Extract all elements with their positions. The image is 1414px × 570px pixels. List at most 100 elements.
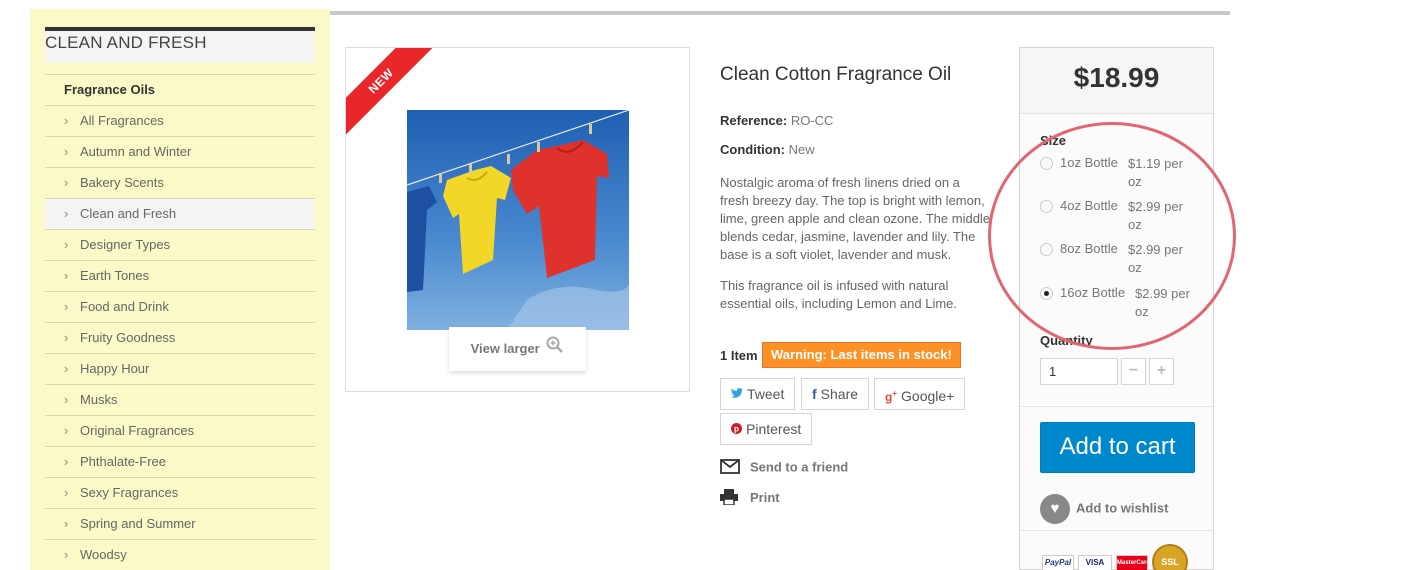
sidebar-item-designer-types[interactable]: › Designer Types [45, 229, 315, 260]
google-plus-icon: g+ [885, 389, 898, 404]
sidebar-item-spring-and-summer[interactable]: › Spring and Summer [45, 508, 315, 539]
google-plus-button[interactable]: g+ Google+ [874, 378, 966, 410]
size-option-price: $1.19 per oz [1128, 155, 1190, 191]
sidebar-item-happy-hour[interactable]: › Happy Hour [45, 353, 315, 384]
sidebar-item-label: Spring and Summer [80, 516, 196, 531]
price-per-unit: oz [1128, 217, 1142, 232]
chevron-right-icon: › [64, 206, 69, 221]
quantity-input[interactable]: 1 [1040, 358, 1118, 385]
send-to-friend-label: Send to a friend [750, 459, 849, 475]
google-plus-label: Google+ [901, 388, 955, 404]
size-radio-selected[interactable] [1040, 287, 1053, 300]
chevron-right-icon: › [64, 175, 69, 190]
sidebar-item-label: Original Fragrances [80, 423, 195, 438]
infusion-line: This fragrance oil is infused with natur… [720, 278, 949, 293]
category-list: Fragrance Oils › All Fragrances › Autumn a… [45, 74, 315, 570]
zoom-in-icon [546, 328, 564, 372]
price-per-unit: oz [1128, 260, 1142, 275]
chevron-right-icon: › [64, 547, 69, 562]
chevron-right-icon: › [64, 423, 69, 438]
size-label: Size [1040, 133, 1067, 148]
size-radio[interactable] [1040, 243, 1053, 256]
stock-count: 1 Item [720, 348, 758, 363]
chevron-right-icon: › [64, 299, 69, 314]
sidebar-item-label: Woodsy [80, 547, 127, 562]
description-line: fresh breezy day. The top is bright with… [720, 193, 985, 208]
sidebar-item-bakery-scents[interactable]: › Bakery Scents [45, 167, 315, 198]
visa-logo: VISA [1078, 555, 1112, 570]
sidebar-heading-fragrance-oils[interactable]: Fragrance Oils [45, 74, 315, 105]
price-per-line: $2.99 per [1128, 199, 1183, 214]
pinterest-icon: p [731, 414, 742, 444]
price-per-unit: oz [1128, 174, 1142, 189]
size-option-price: $2.99 per oz [1128, 241, 1190, 277]
sidebar-item-earth-tones[interactable]: › Earth Tones [45, 260, 315, 291]
chevron-right-icon: › [64, 330, 69, 345]
sidebar-item-label: Autumn and Winter [80, 144, 192, 159]
sidebar-item-woodsy[interactable]: › Woodsy [45, 539, 315, 570]
product-price: $18.99 [1073, 62, 1160, 93]
size-option-name: 1oz Bottle [1060, 155, 1118, 170]
view-larger-button[interactable]: View larger [449, 327, 586, 371]
chevron-right-icon: › [64, 485, 69, 500]
add-to-cart-button[interactable]: Add to cart [1040, 422, 1195, 473]
chevron-right-icon: › [64, 113, 69, 128]
print-label: Print [750, 489, 780, 505]
price-header: $18.99 [1020, 48, 1213, 114]
paypal-logo: PayPal [1042, 555, 1074, 570]
price-per-unit: oz [1135, 304, 1149, 319]
quantity-decrease-button[interactable]: − [1121, 358, 1146, 385]
divider [1020, 406, 1213, 407]
sidebar-item-musks[interactable]: › Musks [45, 384, 315, 415]
condition-value: New [788, 142, 815, 157]
chevron-right-icon: › [64, 392, 69, 407]
facebook-share-button[interactable]: f Share [801, 378, 870, 410]
add-to-wishlist-link[interactable]: ♥ Add to wishlist [1040, 494, 1168, 524]
product-title: Clean Cotton Fragrance Oil [720, 64, 952, 85]
quantity-label: Quantity [1040, 333, 1093, 348]
product-photo[interactable] [407, 110, 629, 330]
tweet-button[interactable]: Tweet [720, 378, 796, 410]
printer-icon [720, 489, 750, 508]
product-description: Nostalgic aroma of fresh linens dried on… [720, 174, 995, 264]
sidebar-item-label: All Fragrances [80, 113, 164, 128]
sidebar-item-sexy-fragrances[interactable]: › Sexy Fragrances [45, 477, 315, 508]
sidebar-item-autumn-and-winter[interactable]: › Autumn and Winter [45, 136, 315, 167]
sidebar-heading-label: Fragrance Oils [64, 82, 156, 97]
chevron-right-icon: › [64, 361, 69, 376]
sidebar-item-label: Happy Hour [80, 361, 150, 376]
quantity-increase-button[interactable]: + [1149, 358, 1174, 385]
sidebar-item-label: Bakery Scents [80, 175, 164, 190]
sidebar-item-fruity-goodness[interactable]: › Fruity Goodness [45, 322, 315, 353]
description-line: lime, green apple and clean ozone. The m… [720, 211, 991, 226]
print-link[interactable]: Print [720, 489, 780, 508]
size-radio[interactable] [1040, 200, 1053, 213]
size-radio[interactable] [1040, 157, 1053, 170]
sidebar-item-food-and-drink[interactable]: › Food and Drink [45, 291, 315, 322]
size-option-name: 8oz Bottle [1060, 241, 1118, 256]
category-sidebar: CLEAN AND FRESH Fragrance Oils › All Frag… [30, 9, 330, 570]
condition-row: Condition: New [720, 142, 815, 157]
sidebar-item-all-fragrances[interactable]: › All Fragrances [45, 105, 315, 136]
sidebar-item-label: Earth Tones [80, 268, 150, 283]
view-larger-label: View larger [470, 341, 540, 356]
share-label: Share [820, 386, 859, 402]
sidebar-item-clean-and-fresh[interactable]: › Clean and Fresh [45, 198, 315, 229]
buy-box: $18.99 Size 1oz Bottle $1.19 per oz 4oz B… [1019, 47, 1214, 570]
send-to-friend-link[interactable]: Send to a friend [720, 459, 848, 477]
price-per-line: $2.99 per [1128, 242, 1183, 257]
reference-row: Reference: RO-CC [720, 113, 833, 128]
infusion-line: essential oils, including Lemon and Lime… [720, 296, 958, 311]
sidebar-title: CLEAN AND FRESH [45, 31, 315, 63]
pinterest-button[interactable]: p Pinterest [720, 413, 813, 445]
sidebar-item-label: Clean and Fresh [80, 206, 177, 221]
chevron-right-icon: › [64, 144, 69, 159]
sidebar-item-phthalate-free[interactable]: › Phthalate-Free [45, 446, 315, 477]
description-line: blends cedar, jasmine, lavender and lily… [720, 229, 976, 244]
size-option-name: 4oz Bottle [1060, 198, 1118, 213]
chevron-right-icon: › [64, 268, 69, 283]
mastercard-logo: MasterCard [1116, 555, 1148, 570]
sidebar-item-original-fragrances[interactable]: › Original Fragrances [45, 415, 315, 446]
chevron-right-icon: › [64, 516, 69, 531]
stock-warning-badge: Warning: Last items in stock! [762, 342, 961, 368]
